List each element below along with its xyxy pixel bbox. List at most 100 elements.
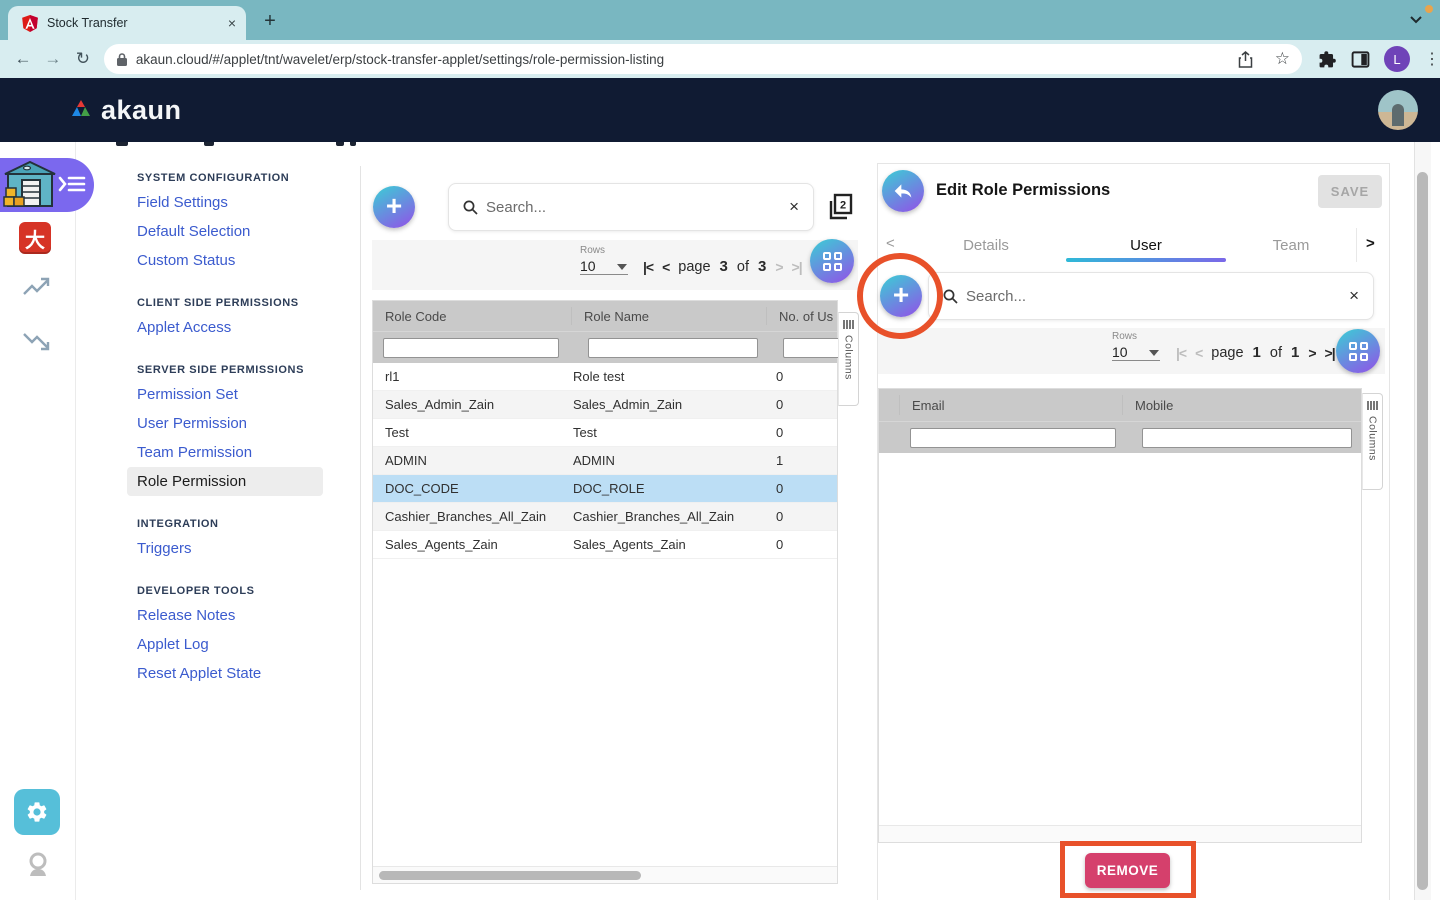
back-button[interactable] <box>882 170 924 212</box>
trending-down-icon[interactable] <box>22 330 52 352</box>
filter-email-input[interactable] <box>910 428 1116 448</box>
new-tab-button[interactable]: + <box>258 10 282 34</box>
sidebar-item-triggers[interactable]: Triggers <box>137 534 347 563</box>
nav-section-title: CLIENT SIDE PERMISSIONS <box>137 297 347 309</box>
table-row[interactable]: Sales_Agents_Zain Sales_Agents_Zain 0 <box>373 531 837 559</box>
sidebar-item-custom-status[interactable]: Custom Status <box>137 246 347 275</box>
sidebar-item-role-permission[interactable]: Role Permission <box>127 467 323 496</box>
next-page-button[interactable]: > <box>1308 345 1315 361</box>
extensions-puzzle-icon[interactable] <box>1318 50 1337 69</box>
toolbar-right-group: L ⋮ <box>1318 46 1440 72</box>
sidebar-item-user-permission[interactable]: User Permission <box>137 409 347 438</box>
logo-text: akaun <box>101 95 182 126</box>
tab-close-icon[interactable]: × <box>228 15 236 31</box>
clear-search-icon[interactable]: × <box>1349 286 1359 306</box>
sidebar-item-reset-applet-state[interactable]: Reset Applet State <box>137 659 347 688</box>
plus-icon: + <box>386 192 402 220</box>
share-icon[interactable] <box>1238 51 1253 68</box>
table-row[interactable]: Cashier_Branches_All_Zain Cashier_Branch… <box>373 503 837 531</box>
annotation-circle-add-user <box>857 253 943 339</box>
role-search-box[interactable]: × <box>448 183 814 231</box>
column-header[interactable]: Role Code <box>373 309 571 324</box>
stock-transfer-applet-icon[interactable] <box>3 160 57 210</box>
horizontal-scrollbar[interactable] <box>373 866 837 883</box>
panel-divider <box>360 166 361 890</box>
role-grid-view-button[interactable] <box>810 239 854 283</box>
role-filter-row <box>373 331 837 363</box>
column-header[interactable]: No. of Us <box>767 309 837 324</box>
reload-icon[interactable]: ↻ <box>68 49 98 69</box>
scrollbar-thumb[interactable] <box>379 871 641 880</box>
next-page-button[interactable]: > <box>775 259 782 275</box>
cell-role-name: Sales_Agents_Zain <box>573 537 776 552</box>
first-page-button[interactable]: |< <box>643 259 653 275</box>
back-nav-icon[interactable]: ← <box>8 49 38 69</box>
collapse-menu-icon[interactable] <box>58 172 86 196</box>
filter-role-name-input[interactable] <box>588 338 758 358</box>
role-search-input[interactable] <box>486 199 789 216</box>
da-applet-icon[interactable]: 大 <box>19 222 51 254</box>
bookmark-star-icon[interactable]: ☆ <box>1275 49 1290 69</box>
trending-up-icon[interactable] <box>22 276 52 298</box>
side-panel-icon[interactable] <box>1351 50 1370 69</box>
tabs-scroll-right-icon[interactable]: > <box>1366 235 1375 252</box>
filter-no-of-users-input[interactable] <box>783 338 843 358</box>
clear-search-icon[interactable]: × <box>789 197 799 217</box>
back-arrow-icon <box>893 182 913 200</box>
lock-icon <box>116 52 128 67</box>
table-row[interactable]: ADMIN ADMIN 1 <box>373 447 837 475</box>
tab-user[interactable]: User <box>1066 228 1226 262</box>
sidebar-item-applet-log[interactable]: Applet Log <box>137 630 347 659</box>
column-header[interactable]: Mobile <box>1123 398 1361 413</box>
url-bar[interactable]: akaun.cloud/#/applet/tnt/wavelet/erp/sto… <box>104 44 1302 74</box>
column-header[interactable]: Email <box>900 398 1122 413</box>
duplicate-list-icon[interactable]: 2 <box>826 192 854 222</box>
cell-no-of-users: 0 <box>776 509 783 524</box>
prev-page-button[interactable]: < <box>662 259 669 275</box>
user-search-input[interactable] <box>966 288 1349 305</box>
table-row[interactable]: rl1 Role test 0 <box>373 363 837 391</box>
cell-role-name: ADMIN <box>573 453 776 468</box>
sidebar-item-default-selection[interactable]: Default Selection <box>137 217 347 246</box>
prev-page-button[interactable]: < <box>1195 345 1202 361</box>
sidebar-item-permission-set[interactable]: Permission Set <box>137 380 347 409</box>
add-role-button[interactable]: + <box>373 186 415 228</box>
user-grid-view-button[interactable] <box>1336 329 1380 373</box>
forward-nav-icon[interactable]: → <box>38 49 68 69</box>
user-avatar-photo[interactable] <box>1378 90 1418 130</box>
user-search-box[interactable]: × <box>928 272 1374 320</box>
cell-role-code: Sales_Agents_Zain <box>373 537 573 552</box>
table-row-selected[interactable]: DOC_CODE DOC_ROLE 0 <box>373 475 837 503</box>
horizontal-scrollbar[interactable] <box>879 825 1361 842</box>
akaun-logo[interactable]: akaun <box>68 95 182 126</box>
account-person-icon[interactable] <box>26 852 50 878</box>
browser-tab[interactable]: Stock Transfer × <box>8 6 246 40</box>
save-button[interactable]: SAVE <box>1318 175 1382 208</box>
sidebar-item-release-notes[interactable]: Release Notes <box>137 601 347 630</box>
table-row[interactable]: Test Test 0 <box>373 419 837 447</box>
filter-role-code-input[interactable] <box>383 338 559 358</box>
columns-side-tab[interactable]: Columns <box>838 312 859 406</box>
sidebar-item-field-settings[interactable]: Field Settings <box>137 188 347 217</box>
columns-side-tab[interactable]: Columns <box>1362 393 1383 490</box>
first-page-button[interactable]: |< <box>1176 345 1186 361</box>
akaun-triangle-icon <box>68 99 94 123</box>
settings-gear-button[interactable] <box>14 789 60 835</box>
tab-details[interactable]: Details <box>906 228 1066 262</box>
last-page-button[interactable]: >| <box>1325 345 1335 361</box>
browser-menu-icon[interactable]: ⋮ <box>1424 49 1440 69</box>
chevron-down-icon <box>1149 350 1159 356</box>
column-header[interactable]: Role Name <box>572 309 766 324</box>
tabs-scroll-left-icon[interactable]: < <box>886 235 895 252</box>
sidebar-item-team-permission[interactable]: Team Permission <box>137 438 347 467</box>
filter-mobile-input[interactable] <box>1142 428 1352 448</box>
table-row[interactable]: Sales_Admin_Zain Sales_Admin_Zain 0 <box>373 391 837 419</box>
page-scrollbar-thumb[interactable] <box>1417 172 1428 890</box>
tab-search-chevron-icon[interactable] <box>1410 16 1422 24</box>
browser-profile-avatar[interactable]: L <box>1384 46 1410 72</box>
tab-team[interactable]: Team <box>1226 228 1356 262</box>
chevron-down-icon <box>617 264 627 270</box>
last-page-button[interactable]: >| <box>792 259 802 275</box>
sidebar-item-applet-access[interactable]: Applet Access <box>137 313 347 342</box>
clipped-page-title <box>204 142 214 146</box>
